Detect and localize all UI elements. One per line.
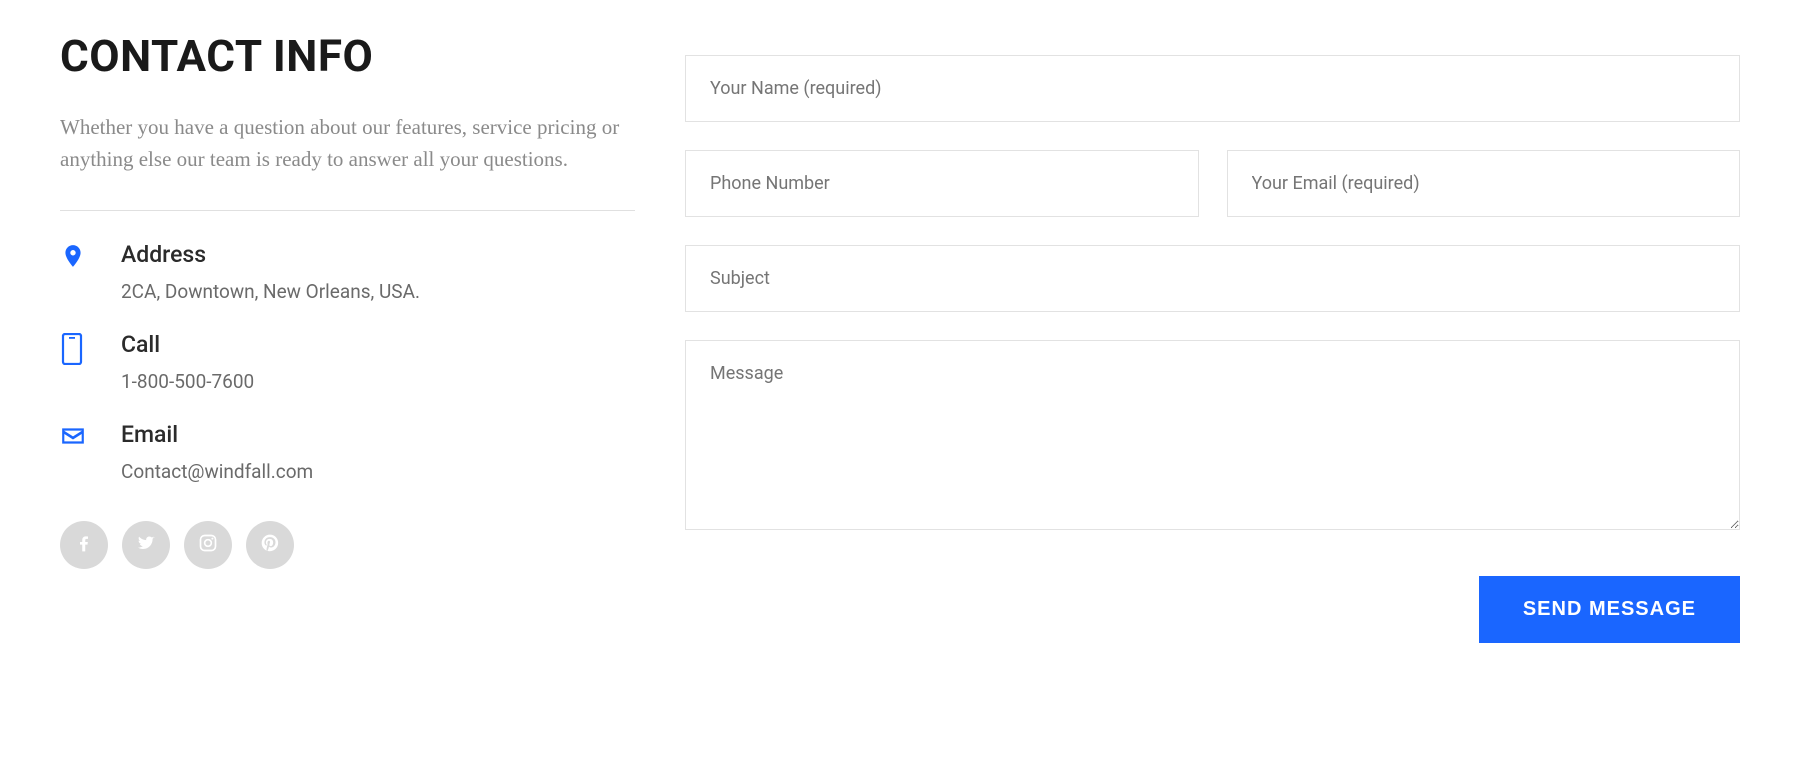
address-label: Address xyxy=(121,241,420,268)
send-message-button[interactable]: SEND MESSAGE xyxy=(1479,576,1740,643)
divider xyxy=(60,210,635,211)
social-links xyxy=(60,521,635,569)
instagram-link[interactable] xyxy=(184,521,232,569)
pinterest-link[interactable] xyxy=(246,521,294,569)
contact-form: SEND MESSAGE xyxy=(685,55,1740,643)
call-item: Call 1-800-500-7600 xyxy=(60,331,635,393)
email-input[interactable] xyxy=(1227,150,1741,217)
intro-text: Whether you have a question about our fe… xyxy=(60,112,635,175)
twitter-icon xyxy=(136,533,156,557)
phone-input[interactable] xyxy=(685,150,1199,217)
pinterest-icon xyxy=(260,533,280,557)
email-value: Contact@windfall.com xyxy=(121,460,313,483)
twitter-link[interactable] xyxy=(122,521,170,569)
facebook-link[interactable] xyxy=(60,521,108,569)
name-input[interactable] xyxy=(685,55,1740,122)
call-label: Call xyxy=(121,331,254,358)
envelope-icon xyxy=(60,423,86,453)
call-value: 1-800-500-7600 xyxy=(121,370,254,393)
message-input[interactable] xyxy=(685,340,1740,530)
mobile-phone-icon xyxy=(60,333,86,369)
email-item: Email Contact@windfall.com xyxy=(60,421,635,483)
subject-input[interactable] xyxy=(685,245,1740,312)
page-title: CONTACT INFO xyxy=(60,30,635,82)
instagram-icon xyxy=(198,533,218,557)
address-item: Address 2CA, Downtown, New Orleans, USA. xyxy=(60,241,635,303)
map-pin-icon xyxy=(60,243,86,273)
email-label: Email xyxy=(121,421,313,448)
address-value: 2CA, Downtown, New Orleans, USA. xyxy=(121,280,420,303)
facebook-icon xyxy=(74,533,94,557)
